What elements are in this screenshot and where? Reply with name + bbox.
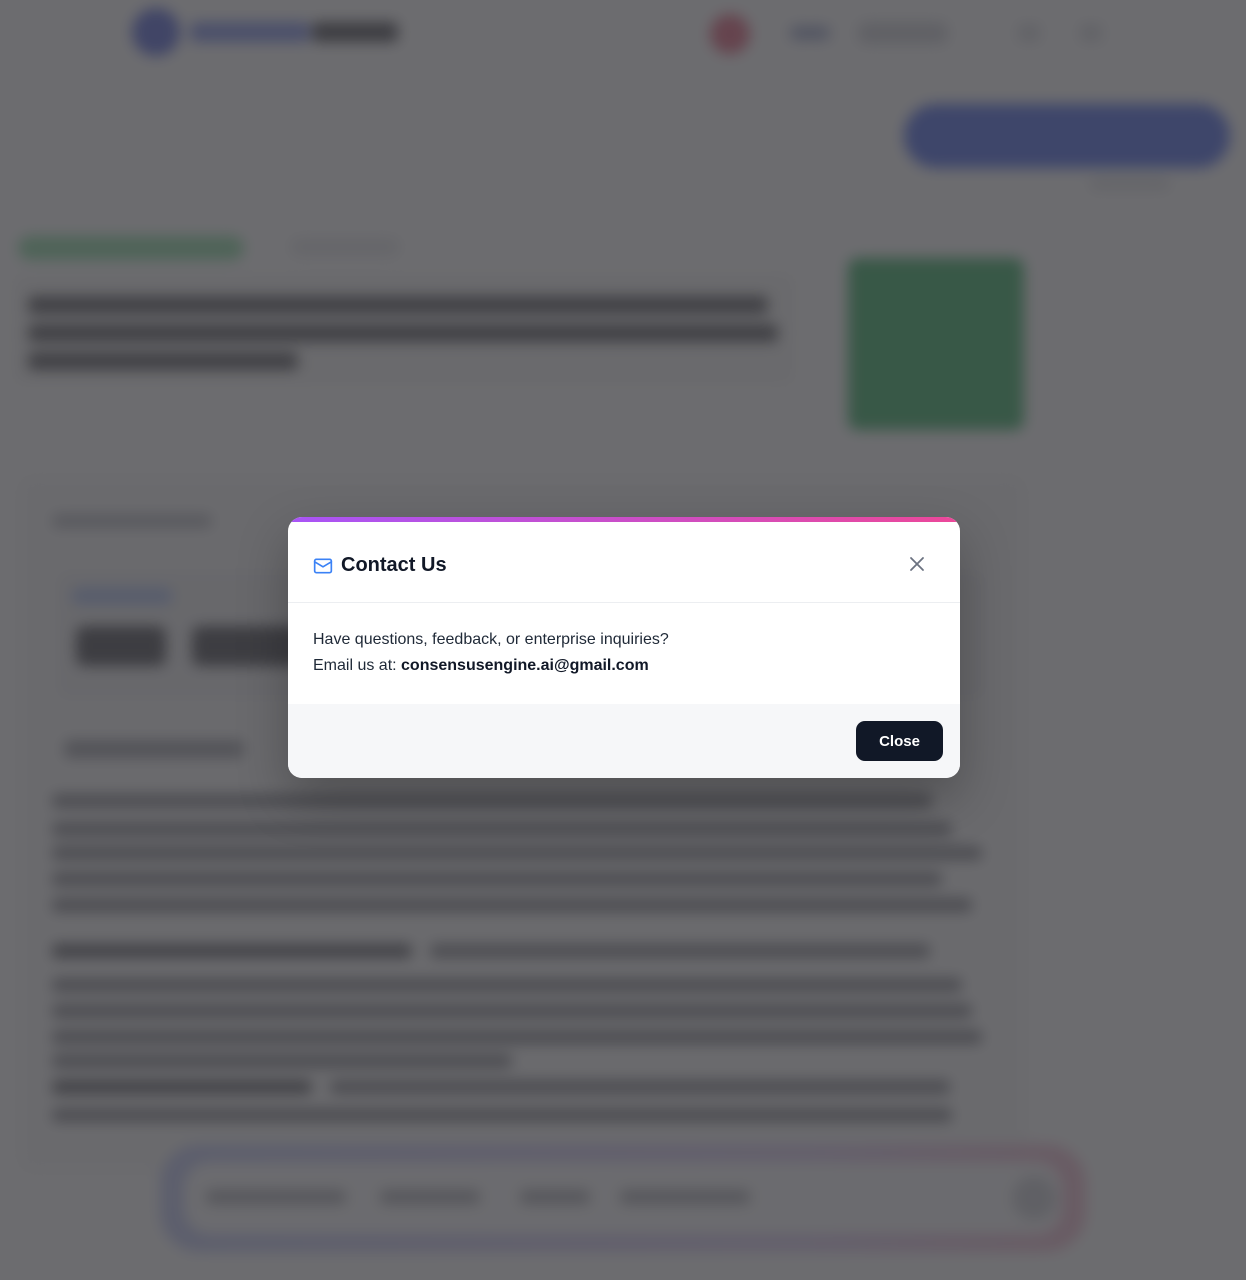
- modal-footer: Close: [288, 704, 960, 778]
- contact-modal: Contact Us Have questions, feedback, or …: [288, 517, 960, 778]
- modal-message: Have questions, feedback, or enterprise …: [313, 631, 669, 648]
- modal-title: Contact Us: [341, 554, 447, 576]
- email-prefix: Email us at:: [313, 657, 402, 674]
- close-button[interactable]: Close: [856, 721, 943, 761]
- contact-email: consensusengine.ai@gmail.com: [401, 657, 649, 674]
- modal-email-line: Email us at: consensusengine.ai@gmail.co…: [313, 653, 933, 679]
- modal-header: Contact Us: [288, 522, 960, 603]
- page: Contact Us Have questions, feedback, or …: [0, 0, 1246, 1280]
- mail-icon: [313, 558, 333, 574]
- close-icon[interactable]: [905, 552, 929, 576]
- modal-body: Have questions, feedback, or enterprise …: [313, 627, 933, 679]
